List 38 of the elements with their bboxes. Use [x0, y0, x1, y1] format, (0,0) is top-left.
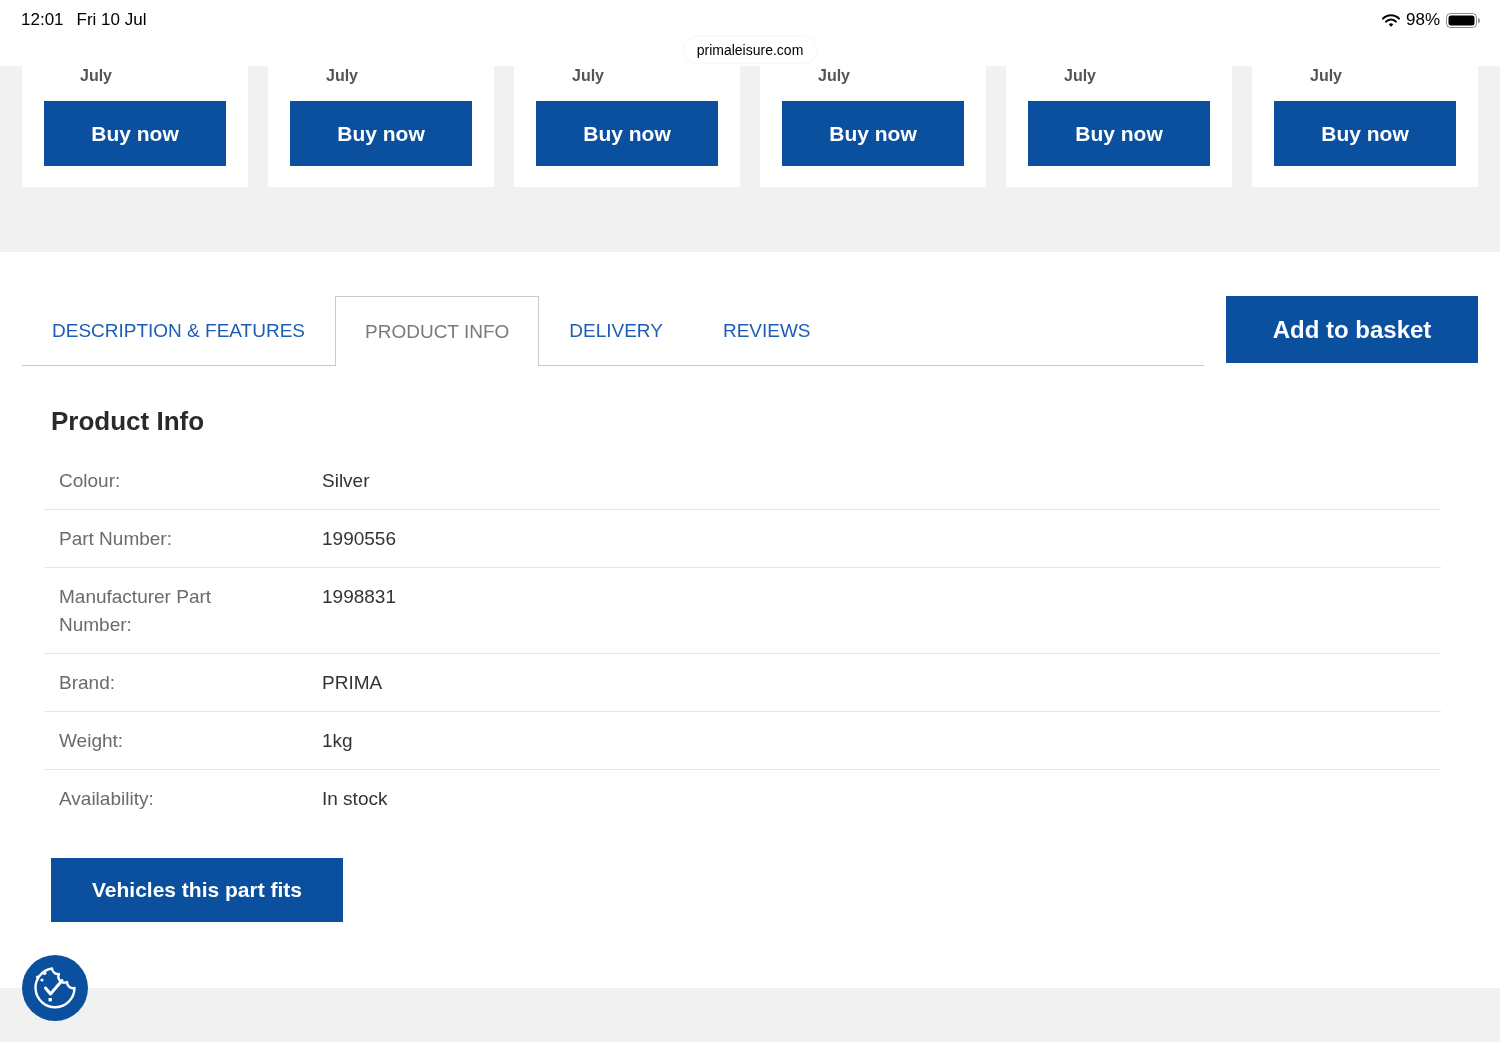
delivery-text: July: [572, 66, 604, 86]
buy-now-button[interactable]: Buy now: [44, 101, 226, 166]
spec-label: Brand:: [59, 671, 115, 695]
cookie-settings-icon[interactable]: [22, 955, 88, 1021]
spec-value: 1990556: [322, 527, 396, 551]
tab[interactable]: REVIEWS: [692, 296, 841, 365]
spec-label: Availability:: [59, 787, 154, 811]
status-time: 12:01: [21, 10, 64, 30]
add-to-basket-button[interactable]: Add to basket: [1226, 296, 1478, 363]
delivery-text: July: [818, 66, 850, 86]
spec-value: Silver: [322, 469, 370, 493]
tab[interactable]: PRODUCT INFO: [335, 296, 540, 366]
battery-icon: [1446, 12, 1480, 28]
url-pill[interactable]: primaleisure.com: [683, 37, 817, 63]
section-title: Product Info: [51, 405, 205, 438]
delivery-text: July: [1310, 66, 1342, 86]
spec-value: 1kg: [322, 729, 353, 753]
delivery-text: July: [326, 66, 358, 86]
buy-now-button[interactable]: Buy now: [290, 101, 472, 166]
spec-value: 1998831: [322, 585, 396, 609]
buy-now-button[interactable]: Buy now: [1028, 101, 1210, 166]
buy-now-button[interactable]: Buy now: [1274, 101, 1456, 166]
status-date: Fri 10 Jul: [76, 10, 147, 30]
vehicles-button[interactable]: Vehicles this part fits: [51, 858, 343, 922]
delivery-text: July: [1064, 66, 1096, 86]
battery-percent: 98%: [1405, 10, 1440, 30]
spec-label: Weight:: [59, 729, 124, 753]
tab[interactable]: DESCRIPTION & FEATURES: [22, 296, 335, 365]
spec-label: Part Number:: [59, 527, 172, 551]
spec-value: In stock: [322, 787, 388, 811]
spec-label: Colour:: [59, 469, 121, 493]
wifi-icon: [1381, 13, 1400, 27]
tab[interactable]: DELIVERY: [539, 296, 693, 365]
spec-label: Manufacturer Part Number:: [59, 585, 213, 637]
buy-now-button[interactable]: Buy now: [782, 101, 964, 166]
delivery-text: July: [80, 66, 112, 86]
spec-value: PRIMA: [322, 671, 383, 695]
buy-now-button[interactable]: Buy now: [536, 101, 718, 166]
